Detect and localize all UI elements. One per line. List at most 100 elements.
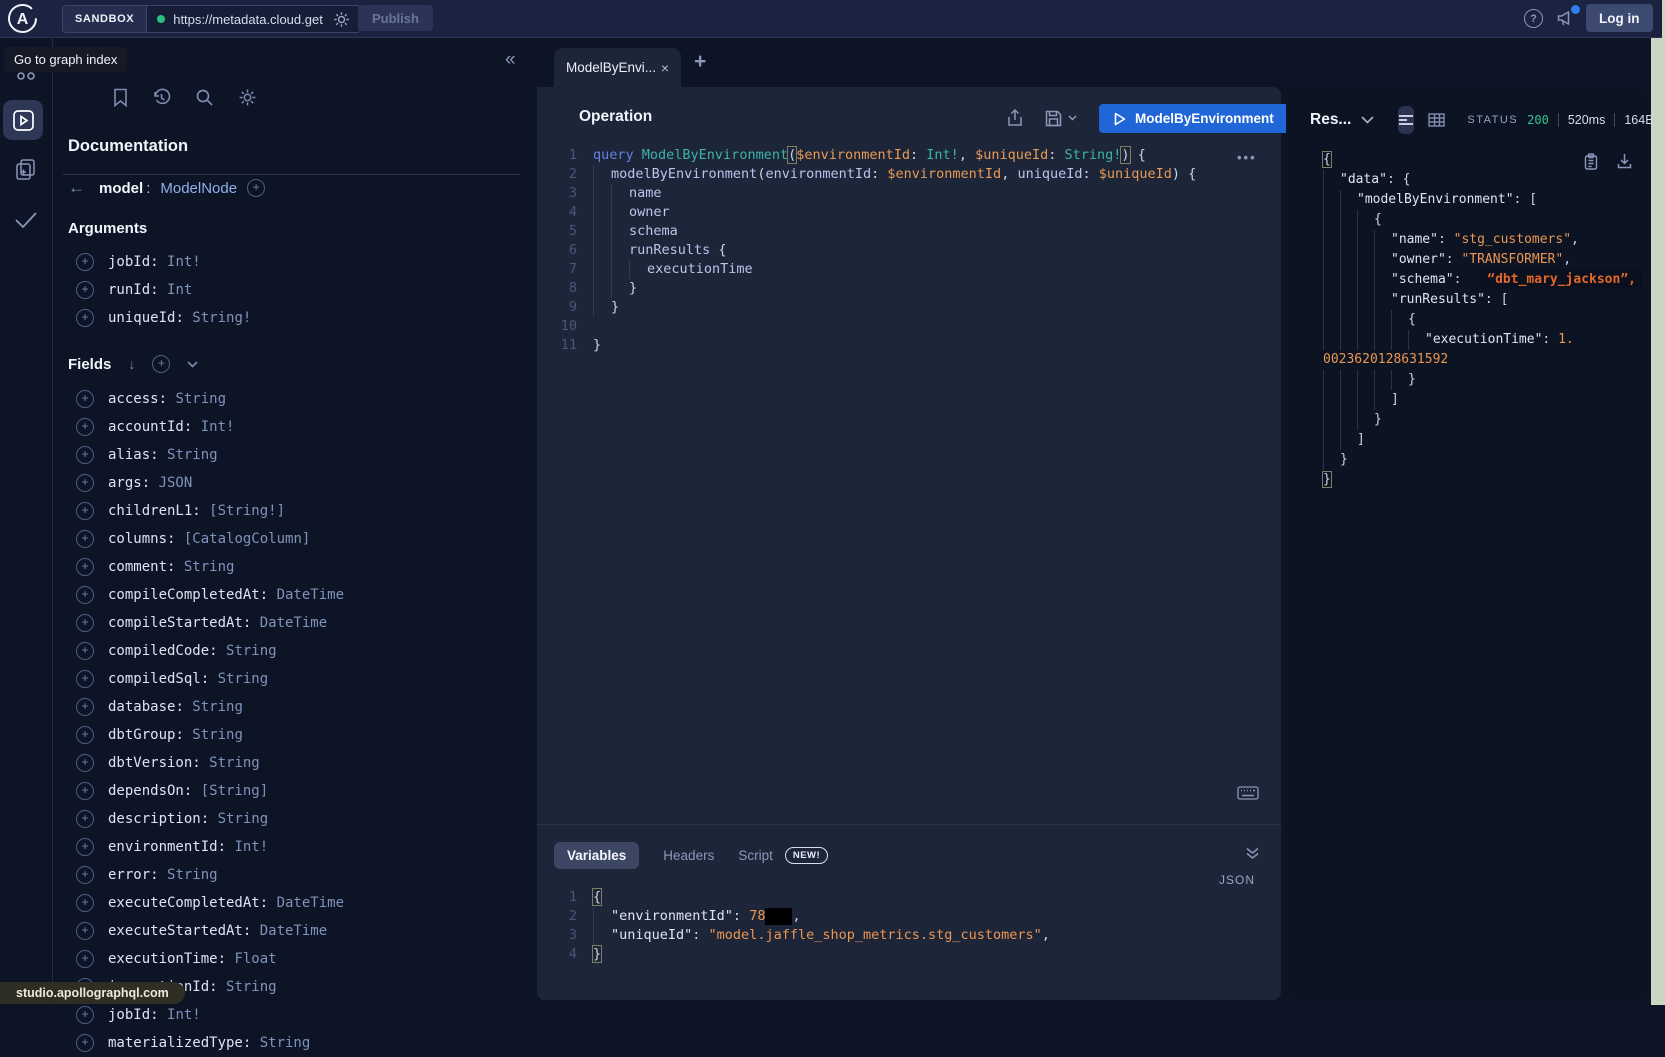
field-type[interactable]: Int [167, 282, 192, 298]
add-field-icon[interactable]: + [76, 1006, 94, 1024]
apollo-logo-icon[interactable]: A [7, 3, 38, 34]
field-type[interactable]: String [192, 699, 243, 715]
field-type[interactable]: String [226, 979, 277, 995]
field-name[interactable]: accountId [108, 419, 184, 435]
add-field-icon[interactable]: + [76, 922, 94, 940]
field-name[interactable]: dbtGroup [108, 727, 175, 743]
collapse-sidebar-icon[interactable]: « [505, 49, 516, 71]
add-field-icon[interactable]: + [76, 390, 94, 408]
add-field-icon[interactable]: + [76, 782, 94, 800]
chevron-down-icon[interactable] [187, 361, 198, 368]
field-name[interactable]: columns [108, 531, 167, 547]
field-type[interactable]: DateTime [277, 587, 344, 603]
add-field-icon[interactable]: + [76, 502, 94, 520]
field-type[interactable]: String [209, 755, 260, 771]
add-field-icon[interactable]: + [76, 253, 94, 271]
announcements-megaphone-icon[interactable] [1556, 8, 1578, 28]
new-tab-icon[interactable]: + [694, 50, 706, 74]
field-name[interactable]: error [108, 867, 150, 883]
field-type[interactable]: DateTime [260, 923, 327, 939]
field-type[interactable]: String [175, 391, 226, 407]
chevron-down-icon[interactable] [1361, 116, 1374, 124]
sort-fields-icon[interactable]: ↓ [128, 356, 135, 372]
add-field-icon[interactable]: + [76, 726, 94, 744]
field-name[interactable]: compiledSql [108, 671, 201, 687]
field-type[interactable]: String! [192, 310, 251, 326]
tab-variables[interactable]: Variables [554, 842, 639, 869]
field-type[interactable]: String [218, 671, 269, 687]
field-name[interactable]: alias [108, 447, 150, 463]
bookmark-icon[interactable] [113, 88, 128, 107]
field-type[interactable]: JSON [159, 475, 193, 491]
endpoint-settings-gear-icon[interactable] [333, 11, 350, 28]
login-button[interactable]: Log in [1586, 4, 1653, 32]
add-field-icon[interactable]: + [76, 558, 94, 576]
add-field-icon[interactable]: + [76, 309, 94, 327]
download-response-icon[interactable] [1617, 153, 1632, 170]
add-field-icon[interactable]: + [76, 642, 94, 660]
add-field-icon[interactable]: + [76, 586, 94, 604]
field-type[interactable]: DateTime [277, 895, 344, 911]
field-name[interactable]: executeStartedAt [108, 923, 243, 939]
view-raw-toggle[interactable] [1398, 106, 1414, 134]
publish-button[interactable]: Publish [358, 5, 433, 31]
field-name[interactable]: compileCompletedAt [108, 587, 260, 603]
sidebar-item-checks[interactable] [0, 211, 52, 229]
add-field-icon[interactable]: + [76, 281, 94, 299]
query-editor[interactable]: 1query ModelByEnvironment($environmentId… [551, 146, 1196, 355]
field-name[interactable]: environmentId [108, 839, 218, 855]
run-operation-button[interactable]: ModelByEnvironment [1099, 104, 1289, 133]
field-name[interactable]: dependsOn [108, 783, 184, 799]
field-name[interactable]: jobId [108, 1007, 150, 1023]
endpoint-url[interactable]: https://metadata.cloud.get [173, 12, 325, 27]
field-type[interactable]: String [167, 447, 218, 463]
tab-script[interactable]: Script [738, 848, 773, 863]
field-name[interactable]: database [108, 699, 175, 715]
add-field-icon[interactable]: + [76, 810, 94, 828]
field-type[interactable]: String [167, 867, 218, 883]
close-tab-icon[interactable]: × [661, 60, 669, 76]
collapse-panel-double-chevron-icon[interactable] [1245, 847, 1260, 860]
sidebar-item-schema[interactable] [0, 157, 52, 181]
sandbox-badge[interactable]: SANDBOX [63, 6, 147, 32]
field-type[interactable]: String [192, 727, 243, 743]
field-type[interactable]: [String!] [209, 503, 285, 519]
field-name[interactable]: description [108, 811, 201, 827]
field-name[interactable]: compiledCode [108, 643, 209, 659]
back-arrow-icon[interactable]: ← [68, 178, 85, 198]
add-field-icon[interactable]: + [76, 530, 94, 548]
field-type[interactable]: Int! [167, 1007, 201, 1023]
field-name[interactable]: args [108, 475, 142, 491]
field-type[interactable]: String [260, 1035, 311, 1051]
tab-modelbyenvironment[interactable]: ModelByEnvi... × [554, 48, 681, 87]
add-field-icon[interactable]: + [76, 894, 94, 912]
field-name[interactable]: access [108, 391, 159, 407]
add-field-icon[interactable]: + [76, 754, 94, 772]
add-fields-icon[interactable]: + [152, 355, 170, 373]
add-field-icon[interactable]: + [76, 614, 94, 632]
field-name[interactable]: compileStartedAt [108, 615, 243, 631]
field-name[interactable]: uniqueId [108, 310, 175, 326]
add-field-icon[interactable]: + [76, 838, 94, 856]
response-title[interactable]: Res... [1310, 111, 1351, 129]
field-type[interactable]: Float [234, 951, 276, 967]
field-name[interactable]: materializedType [108, 1035, 243, 1051]
variables-editor[interactable]: 1{2"environmentId": 78,3"uniqueId": "mod… [551, 888, 1050, 964]
endpoint-url-box[interactable]: https://metadata.cloud.get [147, 6, 360, 32]
field-type[interactable]: [String] [201, 783, 268, 799]
settings-gear-icon[interactable] [238, 88, 257, 107]
keyboard-shortcuts-icon[interactable] [1237, 786, 1259, 800]
share-icon[interactable] [1007, 109, 1023, 127]
field-type[interactable]: Int! [234, 839, 268, 855]
field-name[interactable]: comment [108, 559, 167, 575]
field-type[interactable]: Int! [201, 419, 235, 435]
field-name[interactable]: jobId [108, 254, 150, 270]
help-icon[interactable]: ? [1524, 9, 1543, 28]
view-table-toggle[interactable] [1428, 106, 1445, 134]
sidebar-item-explorer[interactable] [3, 100, 43, 140]
field-type[interactable]: [CatalogColumn] [184, 531, 310, 547]
field-name[interactable]: dbtVersion [108, 755, 192, 771]
field-name[interactable]: runId [108, 282, 150, 298]
add-field-icon[interactable]: + [76, 698, 94, 716]
field-name[interactable]: executionTime [108, 951, 218, 967]
